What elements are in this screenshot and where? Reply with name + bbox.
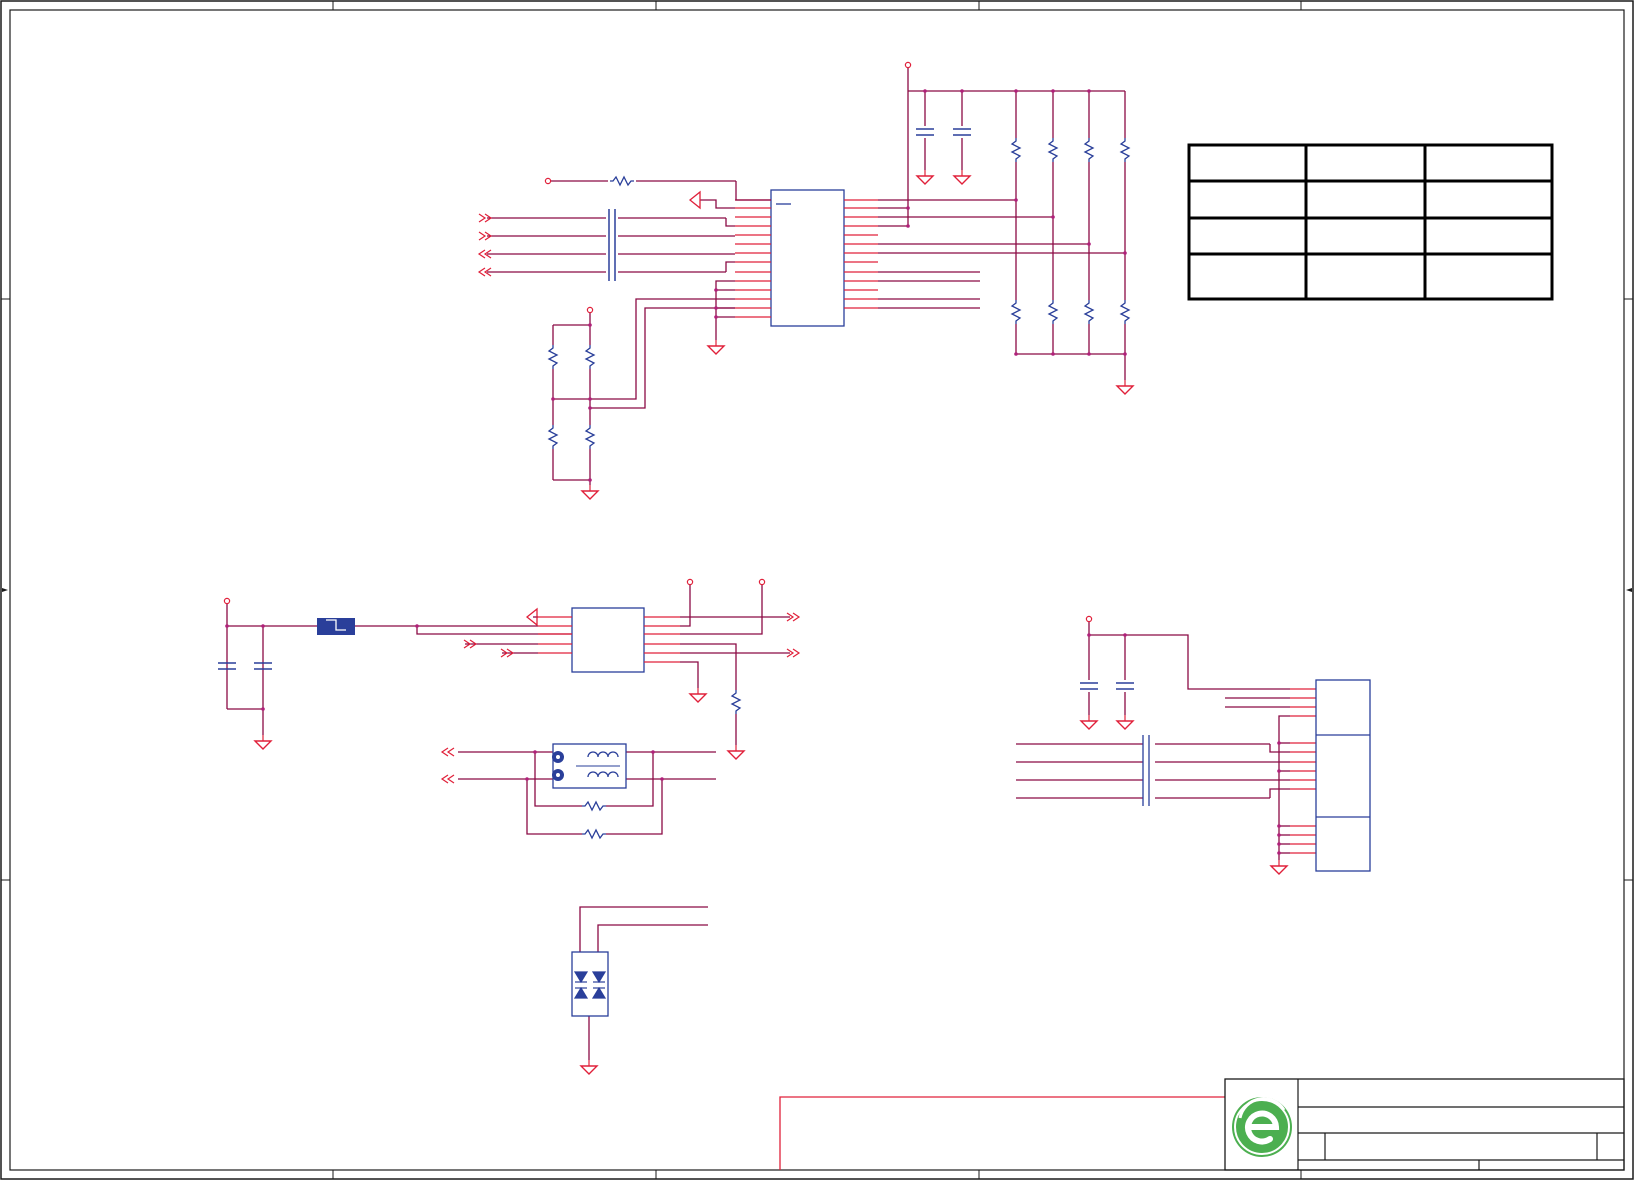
top-circuit-wires [487, 68, 1126, 485]
sheet-frame [0, 0, 1634, 1180]
info-table [1187, 143, 1554, 301]
tvs-diode-array [571, 906, 708, 1075]
company-logo-icon [1232, 1097, 1292, 1157]
common-mode-choke [441, 743, 716, 839]
schematic-sheet [0, 0, 1634, 1180]
power-input-circuit [217, 597, 572, 750]
ferrite-bead [317, 618, 355, 635]
connector-circuit [1016, 615, 1371, 875]
sheet-title [1300, 1078, 1620, 1098]
top-circuit-components [478, 61, 1134, 500]
ic-u2 [463, 578, 800, 760]
rj45-connector [1315, 679, 1371, 872]
ic-u1 [735, 189, 878, 327]
